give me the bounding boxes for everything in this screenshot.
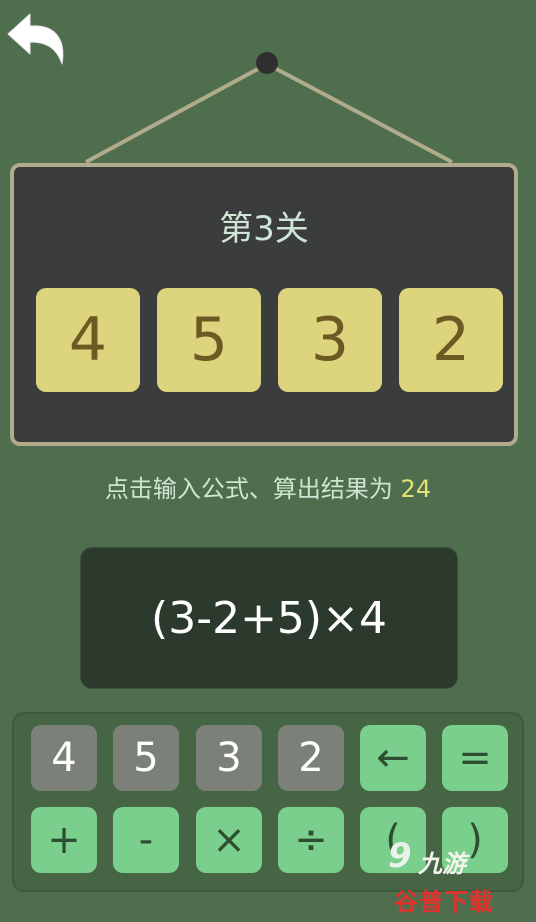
instruction-hint: 点击输入公式、算出结果为 24: [0, 469, 536, 504]
number-cards: 4 5 3 2: [36, 288, 503, 392]
divide-button[interactable]: ÷: [278, 807, 344, 873]
target-value: 24: [400, 475, 432, 503]
right-paren-button[interactable]: ): [442, 807, 508, 873]
plus-button[interactable]: +: [31, 807, 97, 873]
level-board: 第3关 4 5 3 2: [10, 163, 518, 446]
key-number[interactable]: 3: [196, 725, 262, 791]
equals-button[interactable]: =: [442, 725, 508, 791]
key-number[interactable]: 5: [113, 725, 179, 791]
nail: [256, 52, 278, 74]
minus-button[interactable]: -: [113, 807, 179, 873]
number-card[interactable]: 4: [36, 288, 140, 392]
back-button[interactable]: [4, 6, 74, 70]
keypad: 4 5 3 2 ← = + - × ÷ ( ): [12, 712, 524, 892]
number-card[interactable]: 2: [399, 288, 503, 392]
level-title: 第3关: [219, 209, 309, 249]
number-card[interactable]: 3: [278, 288, 382, 392]
number-card[interactable]: 5: [157, 288, 261, 392]
left-paren-button[interactable]: (: [360, 807, 426, 873]
key-number[interactable]: 2: [278, 725, 344, 791]
backspace-button[interactable]: ←: [360, 725, 426, 791]
formula-display: (3-2+5)×4: [80, 547, 458, 689]
times-button[interactable]: ×: [196, 807, 262, 873]
hint-text: 点击输入公式、算出结果为: [104, 475, 401, 503]
key-number[interactable]: 4: [31, 725, 97, 791]
undo-arrow-icon: [7, 13, 64, 65]
board-hanger: [85, 52, 453, 164]
